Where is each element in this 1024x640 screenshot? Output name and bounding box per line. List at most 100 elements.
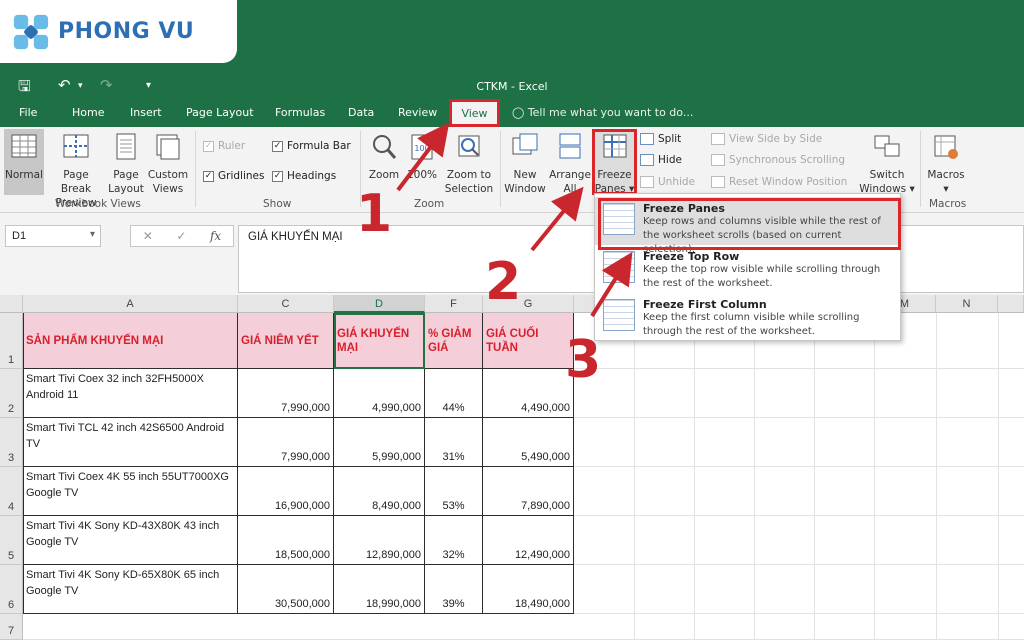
- row-header[interactable]: 2: [0, 369, 23, 418]
- enter-icon[interactable]: ✓: [176, 229, 186, 243]
- row-header[interactable]: 3: [0, 418, 23, 467]
- row-header[interactable]: 5: [0, 516, 23, 565]
- promo-price-cell[interactable]: 8,490,000: [334, 467, 425, 516]
- tab-data[interactable]: Data: [348, 106, 374, 119]
- freeze-panes-button[interactable]: Freeze Panes ▾: [594, 132, 635, 196]
- normal-view-button[interactable]: Normal: [4, 132, 44, 182]
- tab-insert[interactable]: Insert: [130, 106, 162, 119]
- group-workbook-views: Workbook Views: [55, 198, 141, 210]
- menu-freeze-panes[interactable]: Freeze Panes Keep rows and columns visibl…: [595, 197, 901, 255]
- zoom-100-button[interactable]: 100 100%: [404, 132, 440, 182]
- gridline: [754, 313, 755, 640]
- discount-cell[interactable]: 32%: [425, 516, 483, 565]
- headings-checkbox[interactable]: ✓ Headings: [272, 170, 336, 182]
- discount-cell[interactable]: 44%: [425, 369, 483, 418]
- gridlines-checkbox[interactable]: ✓ Gridlines: [203, 170, 264, 182]
- worksheet-grid[interactable]: A C D F G M N 1 2 3 4 5 6 7 SẢN PHẨM KHUYẾN MẠI…: [0, 295, 1024, 640]
- switch-windows-button[interactable]: Switch Windows ▾: [858, 132, 916, 196]
- tab-home[interactable]: Home: [72, 106, 104, 119]
- page-layout-view-button[interactable]: Page Layout: [106, 132, 146, 196]
- discount-cell[interactable]: 31%: [425, 418, 483, 467]
- header-weekend-price[interactable]: GIÁ CUỐI TUẦN: [483, 313, 574, 369]
- formula-bar-buttons: ✕ ✓ fx: [130, 225, 234, 247]
- promo-price-cell[interactable]: 18,990,000: [334, 565, 425, 614]
- row-header[interactable]: 6: [0, 565, 23, 614]
- tell-me-search[interactable]: ◯ Tell me what you want to do...: [512, 106, 693, 119]
- promo-price-cell[interactable]: 12,890,000: [334, 516, 425, 565]
- lightbulb-icon: ◯: [512, 106, 528, 119]
- zoom-to-selection-button[interactable]: Zoom to Selection: [442, 132, 496, 196]
- promo-price-cell[interactable]: 5,990,000: [334, 418, 425, 467]
- row-header[interactable]: 1: [0, 313, 23, 369]
- weekend-price-cell[interactable]: 12,490,000: [483, 516, 574, 565]
- hide-button[interactable]: Hide: [640, 154, 682, 166]
- gridline: [814, 313, 815, 640]
- col-header-n[interactable]: N: [936, 295, 998, 313]
- zoom-button[interactable]: Zoom: [365, 132, 403, 182]
- ruler-label: Ruler: [218, 140, 246, 152]
- step-2-label: 2: [485, 252, 522, 312]
- normal-view-icon: [11, 134, 37, 158]
- menu-freeze-first-column[interactable]: Freeze First Column Keep the first column…: [595, 293, 900, 341]
- freeze-first-column-icon: [603, 299, 635, 331]
- tab-view-label: View: [461, 106, 488, 120]
- product-name-cell[interactable]: Smart Tivi Coex 32 inch 32FH5000X Androi…: [23, 369, 238, 418]
- tab-review[interactable]: Review: [398, 106, 437, 119]
- side-by-side-icon: [711, 133, 725, 145]
- tab-view[interactable]: View: [449, 99, 500, 127]
- product-name-cell[interactable]: Smart Tivi Coex 4K 55 inch 55UT7000XG Go…: [23, 467, 238, 516]
- step-3-label: 3: [565, 330, 602, 390]
- col-header-d[interactable]: D: [334, 295, 425, 313]
- header-product[interactable]: SẢN PHẨM KHUYẾN MẠI: [23, 313, 238, 369]
- macros-button[interactable]: Macros ▾: [924, 132, 968, 196]
- formula-bar-checkbox[interactable]: ✓ Formula Bar: [272, 140, 351, 152]
- col-header-f[interactable]: F: [425, 295, 483, 313]
- discount-cell[interactable]: 53%: [425, 467, 483, 516]
- split-button[interactable]: Split: [640, 133, 681, 145]
- tab-page-layout[interactable]: Page Layout: [186, 106, 254, 119]
- list-price-cell[interactable]: 16,900,000: [238, 467, 334, 516]
- unhide-icon: [640, 176, 654, 188]
- row-header[interactable]: 7: [0, 614, 23, 640]
- col-header-o[interactable]: [998, 295, 1024, 313]
- freeze-first-column-desc: Keep the first column visible while scro…: [643, 312, 860, 337]
- ribbon-separator: [920, 131, 921, 207]
- tab-formulas[interactable]: Formulas: [275, 106, 325, 119]
- weekend-price-cell[interactable]: 18,490,000: [483, 565, 574, 614]
- view-side-by-side-button: View Side by Side: [711, 133, 822, 145]
- list-price-cell[interactable]: 7,990,000: [238, 369, 334, 418]
- col-header-c[interactable]: C: [238, 295, 334, 313]
- phongvu-logo-icon: [13, 14, 49, 49]
- list-price-cell[interactable]: 18,500,000: [238, 516, 334, 565]
- header-list-price[interactable]: GIÁ NIÊM YẾT: [238, 313, 334, 369]
- select-all-corner[interactable]: [0, 295, 23, 313]
- new-window-label-1: New: [513, 169, 537, 181]
- discount-cell[interactable]: 39%: [425, 565, 483, 614]
- cancel-icon[interactable]: ✕: [143, 229, 153, 243]
- page-break-label-1: Page Break: [60, 169, 92, 195]
- arrange-all-button[interactable]: Arrange All: [549, 132, 591, 196]
- name-box[interactable]: D1: [5, 225, 101, 247]
- weekend-price-cell[interactable]: 5,490,000: [483, 418, 574, 467]
- weekend-price-cell[interactable]: 4,490,000: [483, 369, 574, 418]
- list-price-cell[interactable]: 7,990,000: [238, 418, 334, 467]
- product-name-cell[interactable]: Smart Tivi 4K Sony KD-65X80K 65 inch Goo…: [23, 565, 238, 614]
- weekend-price-cell[interactable]: 7,890,000: [483, 467, 574, 516]
- new-window-button[interactable]: New Window: [503, 132, 547, 196]
- list-price-cell[interactable]: 30,500,000: [238, 565, 334, 614]
- fx-icon[interactable]: fx: [210, 229, 221, 243]
- header-discount[interactable]: % GIẢM GIÁ: [425, 313, 483, 369]
- row-header[interactable]: 4: [0, 467, 23, 516]
- custom-views-button[interactable]: Custom Views: [146, 132, 190, 196]
- promo-price-cell[interactable]: 4,990,000: [334, 369, 425, 418]
- col-header-a[interactable]: A: [23, 295, 238, 313]
- header-promo-price[interactable]: GIÁ KHUYẾN MẠI: [334, 313, 425, 369]
- product-name-cell[interactable]: Smart Tivi TCL 42 inch 42S6500 Android T…: [23, 418, 238, 467]
- step-1-label: 1: [356, 184, 393, 244]
- ribbon-separator: [195, 131, 196, 207]
- gridlines-check-icon: ✓: [203, 170, 214, 182]
- menu-freeze-top-row[interactable]: Freeze Top Row Keep the top row visible w…: [595, 245, 900, 293]
- title-bar: 🖫 ↶ ▾ ↷ ▾ CTKM - Excel: [0, 72, 1024, 100]
- product-name-cell[interactable]: Smart Tivi 4K Sony KD-43X80K 43 inch Goo…: [23, 516, 238, 565]
- tab-file[interactable]: File: [19, 106, 37, 119]
